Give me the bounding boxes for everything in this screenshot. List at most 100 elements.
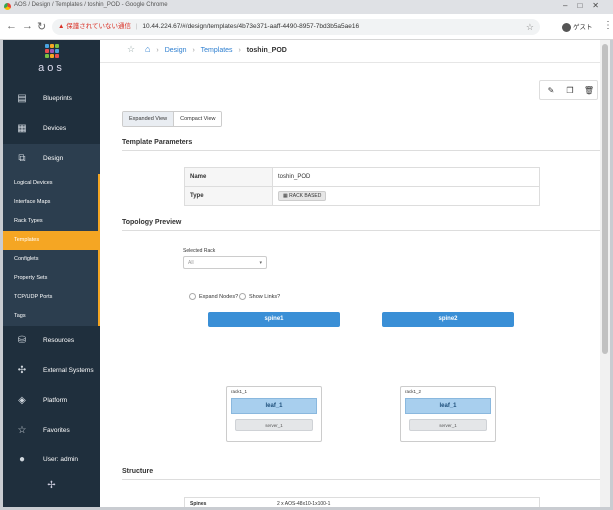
sidebar-item-external-systems[interactable]: ✣ External Systems (3, 356, 100, 386)
subnav-logical-devices[interactable]: Logical Devices (3, 174, 100, 193)
rack-label: rack1_1 (231, 389, 248, 394)
expanded-view-button[interactable]: Expanded View (123, 112, 175, 126)
divider (122, 479, 600, 480)
leaf-node[interactable]: leaf_1 (405, 398, 491, 414)
param-value: ▦ RACK BASED (272, 186, 540, 206)
type-badge: ▦ RACK BASED (278, 191, 327, 201)
subnav-tcp-udp-ports[interactable]: TCP/UDP Ports (3, 288, 100, 307)
sidebar-item-user[interactable]: ● User: admin (3, 445, 100, 475)
subnav-tags[interactable]: Tags (3, 307, 100, 326)
checkbox-icon (239, 293, 246, 300)
table-row: Type ▦ RACK BASED (184, 186, 540, 206)
subnav-templates[interactable]: Templates (3, 231, 100, 250)
blueprints-icon: ▤ (17, 93, 27, 104)
spine-node[interactable]: spine1 (208, 312, 340, 327)
param-key: Name (184, 167, 273, 187)
breadcrumb-templates[interactable]: Templates (201, 47, 233, 54)
aos-logo[interactable]: aos (3, 40, 100, 84)
structure-value: 2 x AOS-48x10-1x100-1 (277, 501, 331, 507)
parameters-table: Name toshin_POD Type ▦ RACK BASED (184, 167, 540, 206)
logo-text: aos (38, 62, 65, 74)
design-icon: ⧉ (18, 153, 26, 164)
template-parameters-title: Template Parameters (122, 139, 193, 146)
clone-icon[interactable]: ❐ (564, 85, 576, 97)
param-key: Type (184, 186, 273, 206)
edit-icon[interactable]: ✎ (545, 85, 557, 97)
action-toolbar: ✎ ❐ 🗑 (539, 80, 598, 100)
window-title: AOS / Design / Templates / toshin_POD - … (14, 2, 168, 8)
logo-grid-icon (45, 44, 59, 58)
sidebar: aos ▤ Blueprints ▦ Devices ⧉ Design Logi… (3, 40, 100, 507)
address-bar[interactable]: ▲ 保護されていない通信 | 10.44.224.67/#/design/tem… (52, 19, 540, 35)
back-icon[interactable]: ← (6, 20, 17, 32)
divider (122, 150, 600, 151)
external-systems-icon: ✣ (17, 365, 27, 376)
sidebar-item-blueprints[interactable]: ▤ Blueprints (3, 84, 100, 114)
avatar-icon (562, 22, 571, 32)
table-row: Name toshin_POD (184, 167, 540, 187)
security-warning-text: 保護されていない通信 (66, 23, 132, 30)
bookmark-star-icon[interactable]: ☆ (526, 19, 534, 35)
rack-node[interactable]: rack1_1 leaf_1 server_1 (226, 386, 322, 442)
breadcrumb-design[interactable]: Design (165, 47, 187, 54)
breadcrumb-current: toshin_POD (246, 47, 287, 54)
divider (122, 230, 600, 231)
star-icon: ☆ (17, 425, 27, 436)
warning-icon: ▲ (58, 23, 65, 30)
home-icon[interactable]: ⌂ (145, 44, 150, 54)
window-controls[interactable]: –□✕ (563, 1, 609, 10)
main-content: ☆ ⌂ › Design › Templates › toshin_POD ✎ … (100, 40, 600, 507)
resources-icon: ⛁ (17, 335, 27, 346)
url-text: 10.44.224.67/#/design/templates/4b73e371… (142, 23, 360, 30)
subnav-interface-maps[interactable]: Interface Maps (3, 193, 100, 212)
rack-node[interactable]: rack1_2 leaf_1 server_1 (400, 386, 496, 442)
show-links-checkbox[interactable]: Show Links? (239, 293, 280, 300)
chevron-right-icon: › (238, 47, 241, 54)
delete-icon[interactable]: 🗑 (583, 85, 595, 97)
scrollbar-thumb[interactable] (602, 44, 608, 354)
sidebar-item-design[interactable]: ⧉ Design (3, 144, 100, 174)
server-node[interactable]: server_1 (409, 419, 487, 431)
browser-toolbar: ← → ↻ ▲ 保護されていない通信 | 10.44.224.67/#/desi… (0, 14, 613, 40)
sidebar-item-platform[interactable]: ◈ Platform (3, 386, 100, 416)
collapse-sidebar-icon[interactable]: ✢ (3, 480, 100, 491)
subnav-configlets[interactable]: Configlets (3, 250, 100, 269)
selected-rack-select[interactable]: All ▾ (183, 256, 267, 269)
scrollbar[interactable] (600, 40, 610, 507)
structure-key: Spines (190, 501, 207, 507)
structure-title: Structure (122, 468, 154, 475)
sidebar-item-favorites[interactable]: ☆ Favorites (3, 416, 100, 446)
rack-label: rack1_2 (405, 389, 422, 394)
chevron-right-icon: › (192, 47, 195, 54)
chrome-menu-icon[interactable]: ⋮ (603, 20, 613, 31)
browser-title-bar: AOS / Design / Templates / toshin_POD - … (0, 0, 613, 14)
user-icon: ● (18, 454, 26, 465)
structure-row: Spines 2 x AOS-48x10-1x100-1 (184, 497, 540, 507)
view-toggle: Expanded View Compact View (122, 111, 223, 127)
sidebar-item-devices[interactable]: ▦ Devices (3, 114, 100, 144)
param-value: toshin_POD (272, 167, 540, 187)
forward-icon[interactable]: → (22, 20, 33, 32)
divider (100, 62, 600, 63)
leaf-node[interactable]: leaf_1 (231, 398, 317, 414)
chevron-right-icon: › (156, 47, 159, 54)
breadcrumb: ☆ ⌂ › Design › Templates › toshin_POD (127, 44, 287, 56)
favorite-star-icon[interactable]: ☆ (127, 44, 135, 54)
devices-icon: ▦ (17, 123, 27, 134)
platform-icon: ◈ (18, 395, 26, 406)
design-subnav: Logical Devices Interface Maps Rack Type… (3, 174, 100, 326)
topology-preview-title: Topology Preview (122, 219, 182, 226)
subnav-rack-types[interactable]: Rack Types (3, 212, 100, 231)
chrome-favicon-icon (4, 3, 11, 10)
subnav-property-sets[interactable]: Property Sets (3, 269, 100, 288)
reload-icon[interactable]: ↻ (37, 20, 46, 33)
selected-rack-label: Selected Rack (183, 248, 216, 254)
compact-view-button[interactable]: Compact View (174, 112, 222, 126)
sidebar-item-resources[interactable]: ⛁ Resources (3, 326, 100, 356)
server-node[interactable]: server_1 (235, 419, 313, 431)
expand-nodes-checkbox[interactable]: Expand Nodes? (189, 293, 238, 300)
chevron-down-icon: ▾ (259, 260, 262, 266)
spine-node[interactable]: spine2 (382, 312, 514, 327)
checkbox-icon (189, 293, 196, 300)
profile-button[interactable]: ゲスト (562, 21, 593, 32)
